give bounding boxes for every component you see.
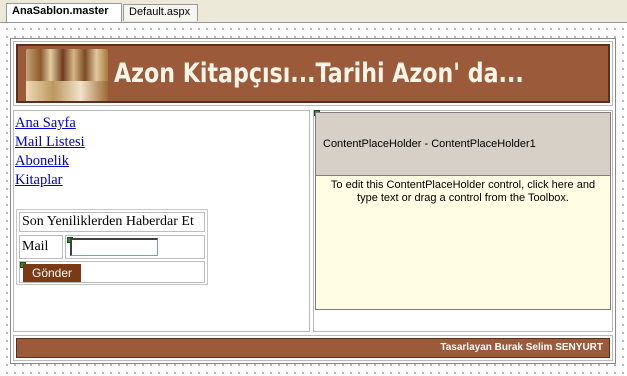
books-image [26, 49, 108, 101]
content-placeholder-body[interactable]: To edit this ContentPlaceHolder control,… [315, 176, 611, 310]
content-placeholder-header[interactable]: ContentPlaceHolder - ContentPlaceHolder1 [315, 112, 611, 176]
left-column-cell[interactable]: Ana Sayfa Mail Listesi Abonelik Kitaplar… [13, 110, 310, 332]
nav-link-mail-listesi[interactable]: Mail Listesi [15, 133, 85, 152]
right-column-cell[interactable]: ContentPlaceHolder - ContentPlaceHolder1… [313, 110, 613, 332]
tab-default-aspx[interactable]: Default.aspx [123, 4, 198, 21]
nav-link-ana-sayfa[interactable]: Ana Sayfa [15, 114, 85, 133]
newsletter-title: Son Yeniliklerden Haberdar Et [19, 212, 205, 232]
document-tab-bar: AnaSablon.master Default.aspx [0, 0, 627, 23]
banner-title: Azon Kitapçısı...Tarihi Azon' da... [114, 58, 524, 89]
navigation-links: Ana Sayfa Mail Listesi Abonelik Kitaplar [14, 114, 85, 190]
mail-label: Mail [19, 235, 63, 259]
footer-banner: Tasarlayan Burak Selim SENYURT [16, 338, 610, 358]
design-surface[interactable]: Azon Kitapçısı...Tarihi Azon' da... Ana … [0, 23, 627, 376]
master-page-layout[interactable]: Azon Kitapçısı...Tarihi Azon' da... Ana … [10, 38, 616, 364]
header-cell[interactable]: Azon Kitapçısı...Tarihi Azon' da... [13, 41, 613, 106]
send-button[interactable]: Gönder [23, 264, 81, 282]
header-banner: Azon Kitapçısı...Tarihi Azon' da... [16, 44, 610, 103]
tab-anasablon-master[interactable]: AnaSablon.master [6, 3, 122, 22]
mail-input-cell [65, 235, 205, 259]
nav-link-abonelik[interactable]: Abonelik [15, 152, 85, 171]
mail-input[interactable] [70, 238, 158, 256]
nav-link-kitaplar[interactable]: Kitaplar [15, 171, 85, 190]
send-button-cell: Gönder [19, 261, 205, 283]
footer-cell[interactable]: Tasarlayan Burak Selim SENYURT [13, 335, 613, 361]
newsletter-table[interactable]: Son Yeniliklerden Haberdar Et Mail Gönde… [16, 209, 208, 285]
